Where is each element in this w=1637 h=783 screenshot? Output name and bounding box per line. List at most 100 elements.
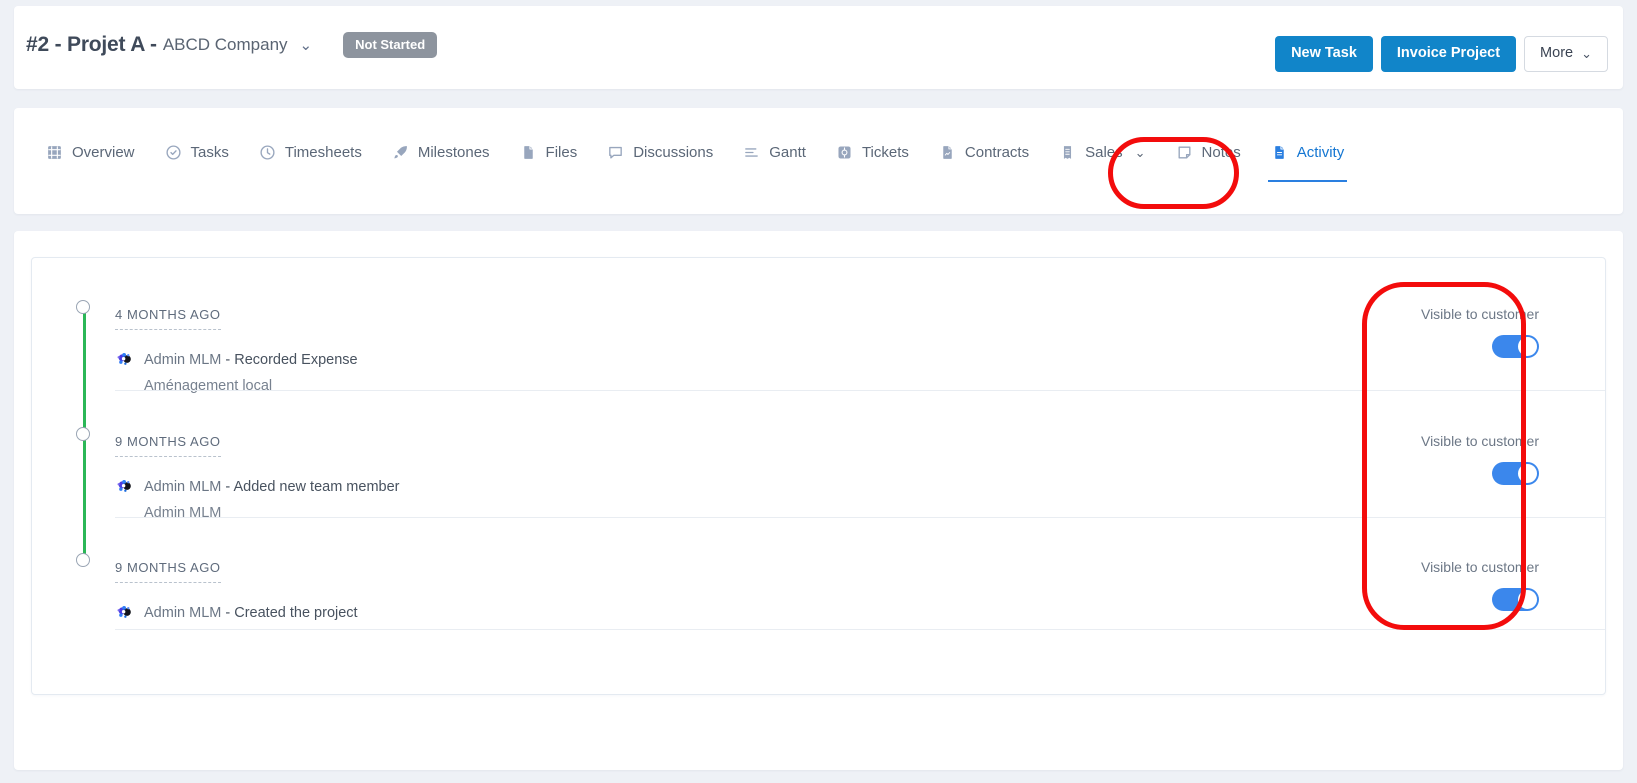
tab-label: Contracts	[964, 144, 1030, 161]
project-title-group: #2 - Projet A - ABCD Company ⌄ Not Start…	[26, 32, 438, 58]
tab-contracts[interactable]: Contracts	[939, 137, 1029, 169]
tab-discussions[interactable]: Discussions	[607, 137, 713, 169]
grid-icon	[46, 144, 63, 161]
gantt-icon	[743, 144, 760, 161]
activity-row: Admin MLM - Added new team member	[115, 477, 1605, 496]
activity-action: Created the project	[234, 604, 358, 621]
visible-to-customer-label: Visible to customer	[1420, 433, 1539, 449]
ticket-icon	[836, 144, 853, 161]
tab-files[interactable]: Files	[520, 137, 578, 169]
rocket-icon	[392, 144, 409, 161]
tab-sales[interactable]: Sales ⌄	[1059, 137, 1146, 169]
status-badge: Not Started	[343, 32, 438, 58]
activity-detail: Aménagement local	[144, 378, 273, 394]
entry-divider	[115, 517, 1605, 518]
visible-to-customer-toggle[interactable]	[1492, 462, 1539, 485]
document-icon	[1271, 144, 1288, 161]
activity-date: 4 MONTHS AGO	[115, 307, 221, 330]
check-circle-icon	[165, 144, 182, 161]
chat-icon	[607, 144, 624, 161]
tab-label: Tickets	[861, 144, 909, 161]
avatar	[115, 603, 134, 622]
receipt-icon	[1059, 144, 1076, 161]
active-tab-indicator	[1267, 180, 1348, 182]
more-button[interactable]: More ⌄	[1524, 36, 1608, 72]
invoice-project-button[interactable]: Invoice Project	[1380, 36, 1517, 72]
tab-gantt[interactable]: Gantt	[743, 137, 806, 169]
activity-timeline: 4 MONTHS AGO Admin MLM - Recorded Expense…	[32, 258, 1605, 694]
project-tabs: Overview Tasks Timesheets Milestones Files Di…	[46, 137, 1603, 195]
tab-label: Gantt	[769, 144, 806, 161]
activity-panel: 4 MONTHS AGO Admin MLM - Recorded Expense…	[31, 257, 1606, 695]
activity-separator: -	[221, 604, 235, 621]
contract-icon	[939, 144, 956, 161]
activity-action: Added new team member	[233, 478, 400, 495]
timeline-node	[76, 427, 90, 441]
tab-label: Overview	[72, 144, 135, 161]
visibility-control: Visible to customer	[1421, 559, 1539, 611]
file-icon	[520, 144, 537, 161]
activity-actor: Admin MLM	[144, 604, 222, 621]
activity-date: 9 MONTHS AGO	[115, 560, 221, 583]
page-title: #2 - Projet A -	[26, 33, 157, 56]
tab-timesheets[interactable]: Timesheets	[259, 137, 362, 169]
activity-actor: Admin MLM	[144, 351, 222, 368]
activity-entry: 9 MONTHS AGO Admin MLM - Added new team m…	[115, 433, 1605, 521]
tab-label: Timesheets	[284, 144, 362, 161]
activity-separator: -	[221, 478, 234, 495]
tab-activity[interactable]: Activity	[1267, 137, 1348, 182]
app-page: #2 - Projet A - ABCD Company ⌄ Not Start…	[0, 0, 1637, 783]
toggle-knob	[1518, 464, 1537, 483]
activity-description: Admin MLM - Added new team member	[144, 479, 399, 495]
tab-label: Notes	[1201, 144, 1241, 161]
activity-actor: Admin MLM	[144, 478, 222, 495]
more-label: More	[1540, 45, 1574, 61]
tab-label: Discussions	[633, 144, 714, 161]
visible-to-customer-label: Visible to customer	[1420, 559, 1539, 575]
visible-to-customer-toggle[interactable]	[1492, 588, 1539, 611]
visible-to-customer-label: Visible to customer	[1420, 306, 1539, 322]
activity-entry: 9 MONTHS AGO Admin MLM - Created the proj…	[115, 559, 1605, 622]
header-actions: New Task Invoice Project More ⌄	[1275, 36, 1608, 72]
entry-divider	[115, 629, 1605, 630]
tab-label: Tasks	[190, 144, 229, 161]
activity-entry: 4 MONTHS AGO Admin MLM - Recorded Expense…	[115, 306, 1605, 394]
note-icon	[1176, 144, 1193, 161]
activity-description: Admin MLM - Recorded Expense	[144, 352, 358, 368]
toggle-knob	[1518, 590, 1537, 609]
tab-tasks[interactable]: Tasks	[165, 137, 229, 169]
project-company: ABCD Company	[162, 35, 288, 54]
chevron-down-icon[interactable]: ⌄	[300, 38, 313, 53]
tab-label: Milestones	[417, 144, 490, 161]
visibility-control: Visible to customer	[1421, 433, 1539, 485]
tab-label: Sales	[1085, 144, 1123, 161]
avatar	[115, 350, 134, 369]
clock-icon	[259, 144, 276, 161]
tab-overview[interactable]: Overview	[46, 137, 135, 169]
activity-description: Admin MLM - Created the project	[144, 605, 358, 621]
tabs-card: Overview Tasks Timesheets Milestones Files Di…	[14, 108, 1623, 214]
new-task-button[interactable]: New Task	[1275, 36, 1373, 72]
visibility-control: Visible to customer	[1421, 306, 1539, 358]
tab-label: Files	[545, 144, 578, 161]
tab-milestones[interactable]: Milestones	[392, 137, 490, 169]
activity-action: Recorded Expense	[234, 351, 358, 368]
tab-notes[interactable]: Notes	[1176, 137, 1241, 169]
activity-date: 9 MONTHS AGO	[115, 434, 221, 457]
content-card: 4 MONTHS AGO Admin MLM - Recorded Expense…	[14, 231, 1623, 770]
toggle-knob	[1518, 337, 1537, 356]
activity-separator: -	[221, 351, 235, 368]
tab-label: Activity	[1296, 144, 1345, 161]
avatar	[115, 477, 134, 496]
tab-tickets[interactable]: Tickets	[836, 137, 909, 169]
activity-row: Admin MLM - Created the project	[115, 603, 1605, 622]
chevron-down-icon: ⌄	[1581, 45, 1592, 61]
project-header: #2 - Projet A - ABCD Company ⌄ Not Start…	[14, 6, 1623, 89]
visible-to-customer-toggle[interactable]	[1492, 335, 1539, 358]
activity-row: Admin MLM - Recorded Expense	[115, 350, 1605, 369]
entry-divider	[115, 390, 1605, 391]
timeline-node	[76, 553, 90, 567]
timeline-node	[76, 300, 90, 314]
activity-detail: Admin MLM	[144, 505, 222, 521]
chevron-down-icon: ⌄	[1134, 145, 1146, 160]
